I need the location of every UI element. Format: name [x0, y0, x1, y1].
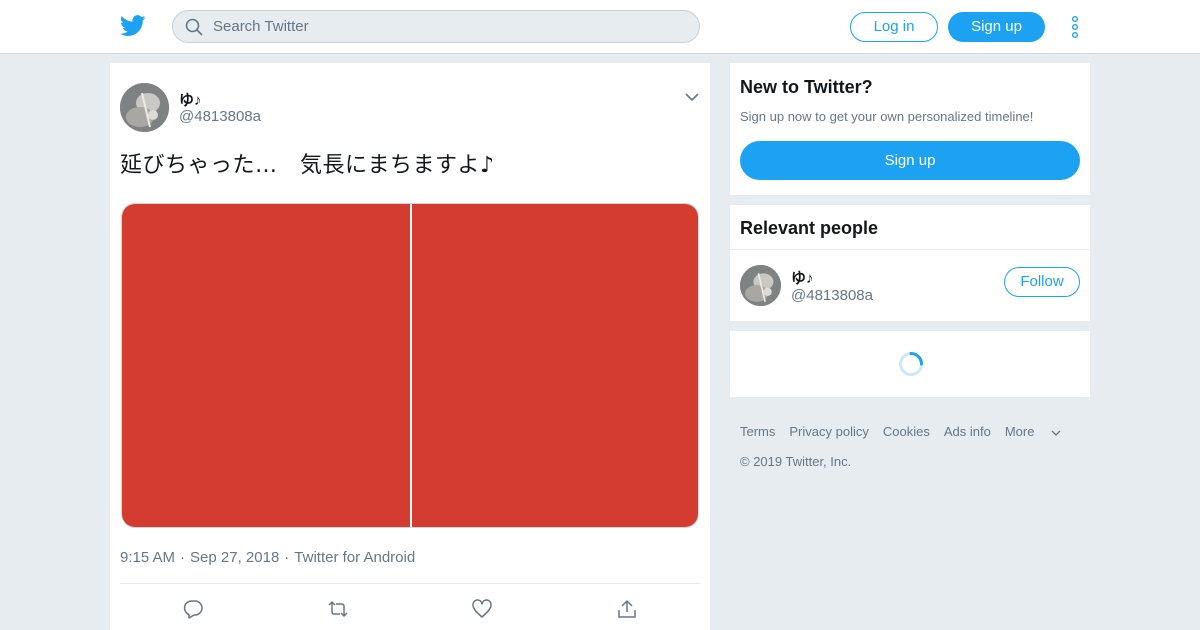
tweet-date[interactable]: Sep 27, 2018: [190, 549, 279, 566]
footer-link-privacy[interactable]: Privacy policy: [789, 424, 868, 439]
divider: [120, 583, 700, 584]
footer-link-terms[interactable]: Terms: [740, 424, 775, 439]
share-icon[interactable]: [616, 598, 638, 620]
meta-separator: ·: [284, 549, 290, 566]
footer-more-label[interactable]: More: [1005, 424, 1035, 439]
tweet-media[interactable]: [121, 203, 699, 528]
tweet-time[interactable]: 9:15 AM: [120, 549, 175, 566]
person-avatar[interactable]: [740, 265, 781, 306]
tweet-text: 延びちゃった… 気長にまちますよ♪: [120, 153, 495, 178]
new-to-twitter-card: New to Twitter? Sign up now to get your …: [730, 63, 1090, 195]
author-name[interactable]: ゆ♪: [179, 89, 202, 110]
twitter-logo-icon[interactable]: [120, 14, 146, 38]
search-box[interactable]: [172, 10, 700, 43]
footer-link-cookies[interactable]: Cookies: [883, 424, 930, 439]
loading-spinner-icon: [899, 352, 923, 376]
chevron-down-icon[interactable]: [684, 91, 700, 103]
chevron-down-icon[interactable]: [1051, 429, 1061, 437]
footer-link-ads-info[interactable]: Ads info: [944, 424, 991, 439]
follow-button[interactable]: Follow: [1004, 267, 1080, 297]
signup-button[interactable]: Sign up: [948, 12, 1045, 42]
login-button[interactable]: Log in: [850, 12, 938, 42]
top-bar: Log in Sign up: [0, 0, 1200, 54]
relevant-people-card: Relevant people ゆ♪ @4813808a Follow: [730, 205, 1090, 321]
sidebar-signup-button[interactable]: Sign up: [740, 141, 1080, 180]
media-image-1[interactable]: [122, 204, 410, 527]
reply-icon[interactable]: [182, 598, 204, 620]
person-name[interactable]: ゆ♪: [791, 267, 814, 288]
media-image-2[interactable]: [412, 204, 698, 527]
divider: [730, 249, 1090, 250]
footer-link-more[interactable]: More: [1005, 424, 1062, 439]
search-icon: [185, 18, 203, 36]
person-handle[interactable]: @4813808a: [791, 287, 873, 304]
more-options-icon[interactable]: [1068, 14, 1082, 40]
avatar[interactable]: [120, 83, 169, 132]
copyright: © 2019 Twitter, Inc.: [740, 454, 852, 469]
search-input[interactable]: [213, 11, 683, 42]
tweet-card: ゆ♪ @4813808a 延びちゃった… 気長にまちますよ♪ 9:15 AM · S…: [110, 63, 710, 630]
tweet-metadata: 9:15 AM · Sep 27, 2018 · Twitter for Android: [120, 549, 415, 566]
footer-links: Terms Privacy policy Cookies Ads info More: [740, 424, 1061, 439]
retweet-icon[interactable]: [327, 598, 349, 620]
loading-card: [730, 331, 1090, 397]
tweet-source[interactable]: Twitter for Android: [294, 549, 415, 566]
like-icon[interactable]: [471, 598, 493, 620]
meta-separator: ·: [180, 549, 186, 566]
author-handle[interactable]: @4813808a: [179, 108, 261, 125]
new-to-twitter-subtitle: Sign up now to get your own personalized…: [740, 109, 1034, 124]
relevant-people-title: Relevant people: [740, 218, 879, 238]
new-to-twitter-title: New to Twitter?: [740, 77, 873, 97]
